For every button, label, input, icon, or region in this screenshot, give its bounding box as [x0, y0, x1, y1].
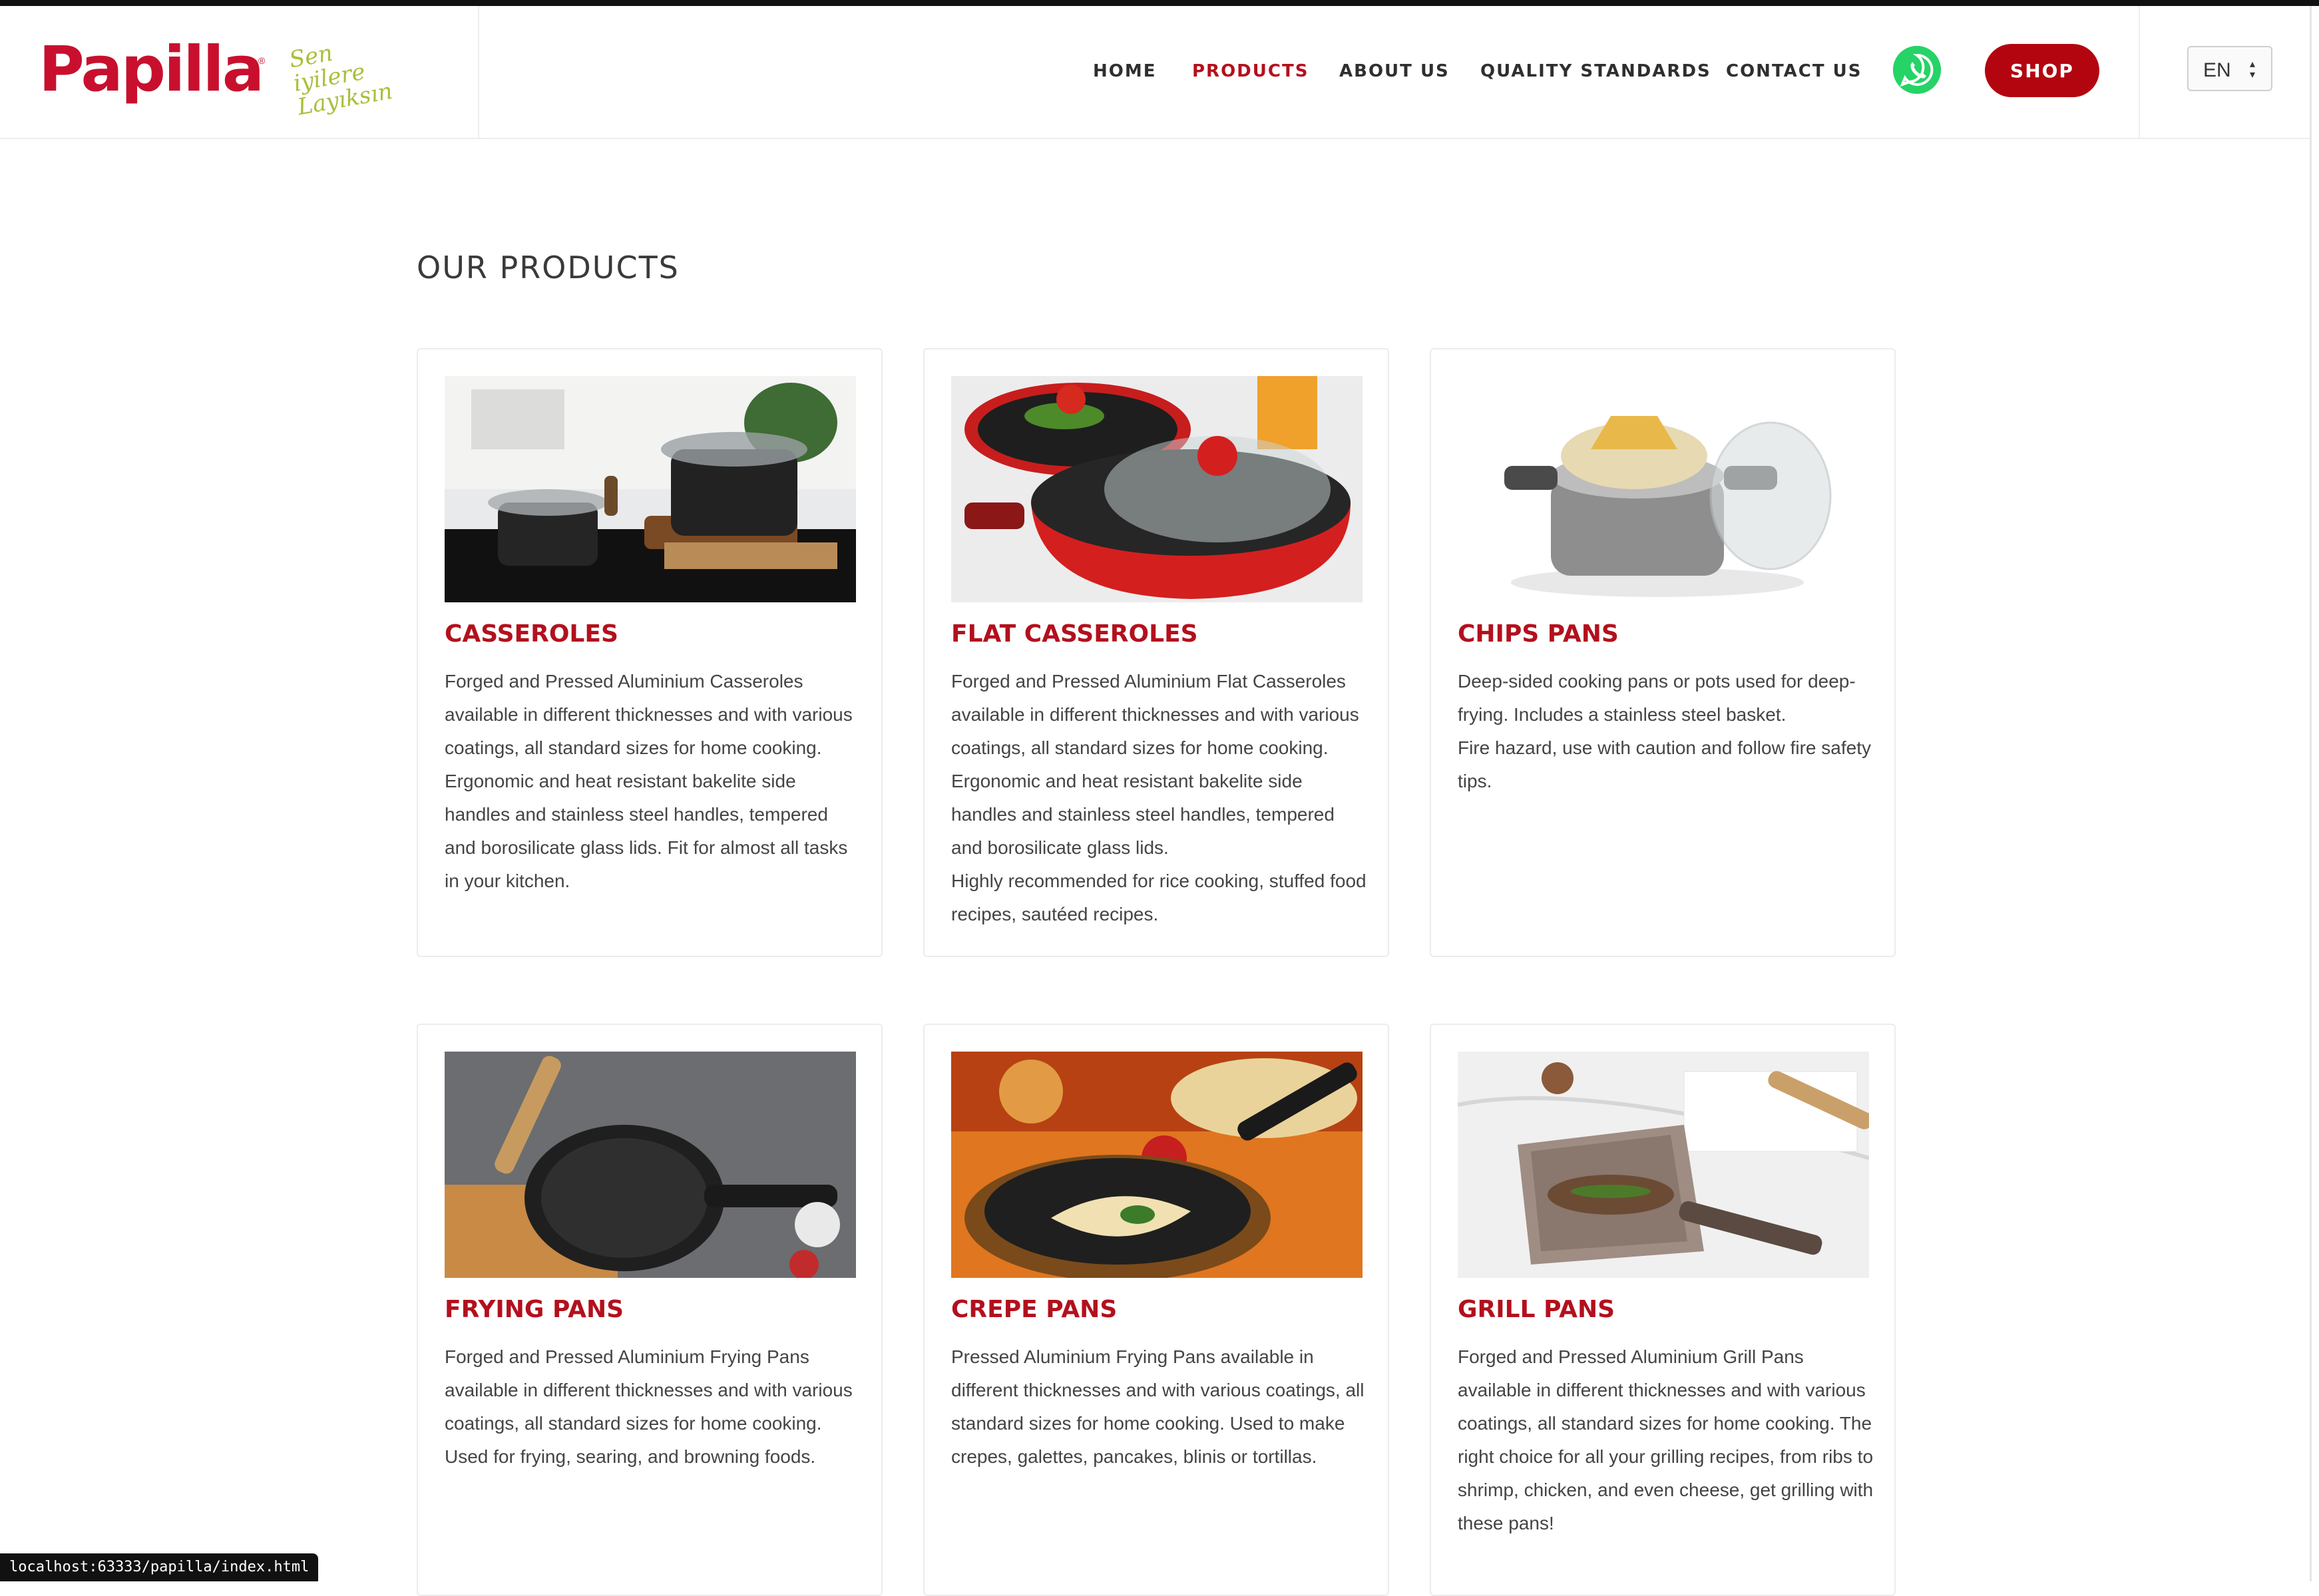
flat-casseroles-image[interactable] [951, 376, 1363, 602]
browser-top-edge [0, 0, 2319, 6]
select-caret-icon: ▴ ▾ [2250, 59, 2256, 81]
header-divider [2139, 6, 2140, 138]
product-title[interactable]: FLAT CASSEROLES [951, 620, 1198, 649]
product-title[interactable]: CASSEROLES [445, 620, 618, 649]
site-header: Papilla ® Sen iyilere Layıksın HOME PRODU… [0, 6, 2310, 139]
logo-area[interactable]: Papilla ® Sen iyilere Layıksın [0, 6, 479, 138]
product-card-crepe-pans[interactable]: CREPE PANS Pressed Aluminium Frying Pans… [923, 1024, 1389, 1596]
product-card-casseroles[interactable]: CASSEROLES Forged and Pressed Aluminium … [417, 348, 883, 957]
product-description: Forged and Pressed Aluminium Grill Pans … [1458, 1346, 1874, 1533]
language-value: EN [2203, 59, 2231, 81]
product-card-grill-pans[interactable]: GRILL PANS Forged and Pressed Aluminium … [1430, 1024, 1896, 1596]
product-title[interactable]: GRILL PANS [1458, 1295, 1615, 1324]
page-title: OUR PRODUCTS [417, 250, 680, 286]
crepe-pans-image[interactable] [951, 1052, 1363, 1278]
logo-registered-mark: ® [258, 55, 266, 66]
product-description: Forged and Pressed Aluminium Casseroles … [445, 671, 853, 891]
nav-contact-us[interactable]: CONTACT US [1726, 61, 1862, 81]
grill-pans-image[interactable] [1458, 1052, 1869, 1278]
whatsapp-icon[interactable] [1893, 46, 1941, 94]
product-description: Forged and Pressed Aluminium Flat Casser… [951, 671, 1367, 924]
shop-button[interactable]: SHOP [1985, 44, 2099, 97]
product-card-frying-pans[interactable]: FRYING PANS Forged and Pressed Aluminium… [417, 1024, 883, 1596]
casseroles-image[interactable] [445, 376, 856, 602]
nav-products[interactable]: PRODUCTS [1192, 61, 1309, 81]
papilla-logo[interactable]: Papilla [39, 37, 264, 103]
frying-pans-image[interactable] [445, 1052, 856, 1278]
nav-quality-standards[interactable]: QUALITY STANDARDS [1480, 61, 1711, 81]
language-select[interactable]: EN ▴ ▾ [2187, 46, 2272, 91]
product-title[interactable]: CREPE PANS [951, 1295, 1117, 1324]
scrollbar-track[interactable] [2310, 6, 2312, 1581]
product-title[interactable]: FRYING PANS [445, 1295, 624, 1324]
product-card-flat-casseroles[interactable]: FLAT CASSEROLES Forged and Pressed Alumi… [923, 348, 1389, 957]
product-description: Deep-sided cooking pans or pots used for… [1458, 671, 1871, 791]
product-card-chips-pans[interactable]: CHIPS PANS Deep-sided cooking pans or po… [1430, 348, 1896, 957]
product-title[interactable]: CHIPS PANS [1458, 620, 1619, 649]
nav-home[interactable]: HOME [1093, 61, 1157, 81]
product-description: Pressed Aluminium Frying Pans available … [951, 1346, 1365, 1467]
chips-pans-image[interactable] [1458, 376, 1869, 602]
nav-about-us[interactable]: ABOUT US [1339, 61, 1450, 81]
product-description: Forged and Pressed Aluminium Frying Pans… [445, 1346, 853, 1467]
logo-tagline: Sen iyilere Layıksın [287, 39, 395, 121]
browser-status-url: localhost:63333/papilla/index.html [0, 1553, 319, 1581]
